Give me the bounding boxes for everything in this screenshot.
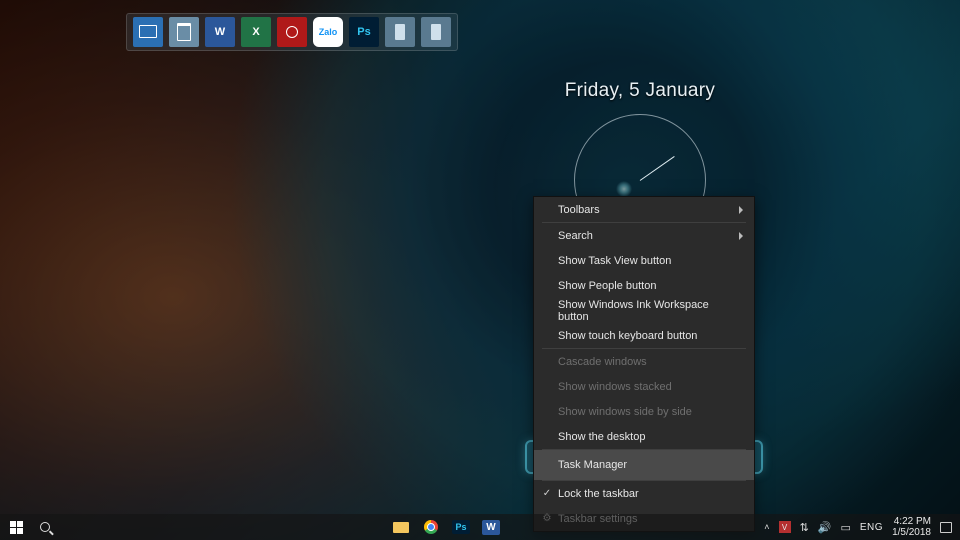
tray-time: 4:22 PM (892, 516, 931, 527)
menu-label: Show windows stacked (558, 381, 672, 393)
dim-overlay (0, 0, 960, 540)
menu-label: Toolbars (558, 204, 600, 216)
shelf-photoshop-icon[interactable]: Ps (349, 17, 379, 47)
menu-label: Show the desktop (558, 431, 645, 443)
menu-stacked: Show windows stacked (534, 374, 754, 399)
search-button[interactable] (32, 522, 58, 532)
menu-label: Show touch keyboard button (558, 330, 697, 342)
tray-language[interactable]: ENG (860, 522, 883, 533)
shelf-app-icon[interactable] (385, 17, 415, 47)
taskbar: ˄ V ⇅ 🔊 ▭ ENG 4:22 PM 1/5/2018 (0, 514, 960, 540)
tray-battery-icon[interactable]: ▭ (840, 521, 850, 534)
menu-label: Show windows side by side (558, 406, 692, 418)
shelf-this-pc-icon[interactable] (133, 17, 163, 47)
menu-show-touch-keyboard[interactable]: Show touch keyboard button (534, 323, 754, 348)
tray-volume-icon[interactable]: 🔊 (818, 521, 832, 534)
taskbar-chrome-icon[interactable] (418, 517, 444, 537)
menu-cascade-windows: Cascade windows (534, 349, 754, 374)
check-icon: ✓ (540, 488, 554, 499)
taskbar-word-icon[interactable] (478, 517, 504, 537)
date-text: Friday, 5 January (560, 80, 720, 102)
menu-label: Cascade windows (558, 356, 647, 368)
tray-action-center-icon[interactable] (940, 522, 952, 533)
desktop: W X Zalo Ps Friday, 5 January Toolbars S… (0, 0, 960, 540)
taskbar-context-menu: Toolbars Search Show Task View button Sh… (533, 196, 755, 532)
windows-logo-icon (10, 521, 23, 534)
tray-shield-icon[interactable]: V (779, 521, 791, 533)
menu-label: Show Task View button (558, 255, 671, 267)
menu-toolbars[interactable]: Toolbars (534, 197, 754, 222)
shelf-garena-icon[interactable] (277, 17, 307, 47)
top-app-shelf: W X Zalo Ps (126, 13, 458, 51)
shelf-recycle-bin-icon[interactable] (169, 17, 199, 47)
taskbar-file-explorer-icon[interactable] (388, 517, 414, 537)
start-button[interactable] (0, 514, 32, 540)
menu-show-task-view[interactable]: Show Task View button (534, 248, 754, 273)
taskbar-apps (388, 517, 504, 537)
menu-label: Search (558, 230, 593, 242)
tray-network-icon[interactable]: ⇅ (800, 521, 809, 534)
shelf-excel-icon[interactable]: X (241, 17, 271, 47)
shelf-app-icon[interactable] (421, 17, 451, 47)
tray-date: 1/5/2018 (892, 527, 931, 538)
tray-clock[interactable]: 4:22 PM 1/5/2018 (892, 516, 931, 538)
taskbar-photoshop-icon[interactable] (448, 517, 474, 537)
shelf-word-icon[interactable]: W (205, 17, 235, 47)
menu-side-by-side: Show windows side by side (534, 399, 754, 424)
menu-label: Lock the taskbar (558, 488, 639, 500)
system-tray: ˄ V ⇅ 🔊 ▭ ENG 4:22 PM 1/5/2018 (764, 516, 960, 538)
menu-search[interactable]: Search (534, 223, 754, 248)
shelf-zalo-icon[interactable]: Zalo (313, 17, 343, 47)
menu-label: Show People button (558, 280, 656, 292)
menu-lock-taskbar[interactable]: ✓ Lock the taskbar (534, 481, 754, 506)
menu-show-ink[interactable]: Show Windows Ink Workspace button (534, 298, 754, 323)
menu-label: Show Windows Ink Workspace button (558, 299, 738, 323)
menu-show-people[interactable]: Show People button (534, 273, 754, 298)
tray-overflow-icon[interactable]: ˄ (764, 522, 769, 532)
search-icon (40, 522, 50, 532)
menu-show-desktop[interactable]: Show the desktop (534, 424, 754, 449)
menu-label: Task Manager (558, 459, 627, 471)
menu-task-manager[interactable]: Task Manager (534, 450, 754, 480)
